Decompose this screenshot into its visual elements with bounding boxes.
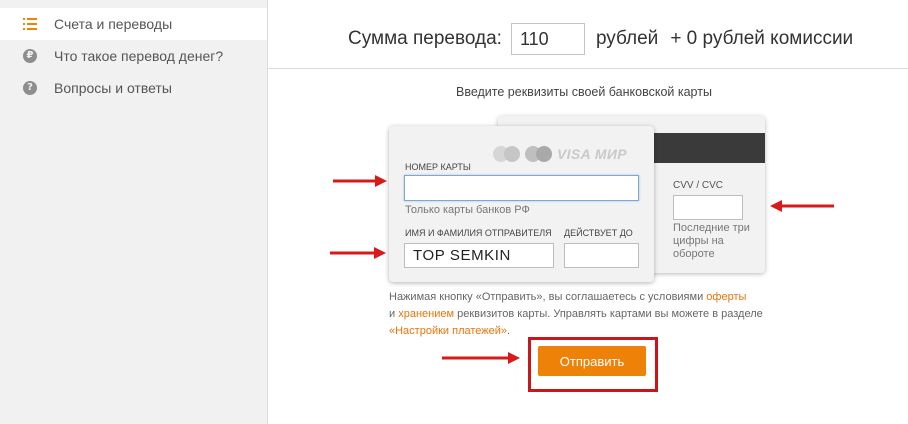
- amount-label: Сумма перевода:: [348, 28, 502, 49]
- cvv-label: CVV / CVC: [673, 180, 724, 191]
- visa-logo: VISA: [557, 146, 591, 162]
- amount-currency: рублей: [595, 28, 659, 49]
- annotation-arrow-right-icon: [442, 351, 520, 365]
- sender-name-input[interactable]: [404, 243, 554, 268]
- sender-name-label: ИМЯ И ФАМИЛИЯ ОТПРАВИТЕЛЯ: [405, 228, 552, 238]
- maestro-logo: [525, 146, 553, 162]
- agreement-text-part: и: [389, 308, 399, 320]
- expiry-label: ДЕЙСТВУЕТ ДО: [564, 228, 633, 238]
- sidebar-item-what-is-transfer[interactable]: ₽ Что такое перевод денег?: [0, 40, 267, 72]
- offer-link[interactable]: оферты: [706, 291, 746, 303]
- sidebar-item-faq[interactable]: ? Вопросы и ответы: [0, 72, 267, 104]
- sidebar-item-label: Что такое перевод денег?: [54, 48, 224, 64]
- agreement-text-part: Нажимая кнопку «Отправить», вы соглашает…: [389, 291, 707, 303]
- annotation-arrow-right-icon: [333, 174, 387, 188]
- commission-text: + 0 рублей комиссии: [670, 28, 854, 49]
- divider: [268, 68, 908, 69]
- agreement-text-part: реквизитов карты. Управлять картами вы м…: [454, 308, 763, 320]
- agreement-text-part: .: [507, 325, 511, 337]
- amount-row: Сумма перевода: рублей + 0 рублей комисс…: [348, 22, 853, 56]
- card-number-hint: Только карты банков РФ: [405, 204, 530, 216]
- annotation-arrow-left-icon: [770, 199, 834, 213]
- card-front: VISA МИР НОМЕР КАРТЫ Только карты банков…: [389, 126, 654, 282]
- cvv-hint: Последние три цифры на обороте: [673, 222, 750, 260]
- ruble-icon: ₽: [22, 48, 38, 64]
- payment-settings-link[interactable]: «Настройки платежей»: [389, 325, 507, 337]
- submit-button[interactable]: Отправить: [538, 346, 646, 376]
- storage-link[interactable]: хранением: [398, 308, 454, 320]
- sidebar: Счета и переводы ₽ Что такое перевод ден…: [0, 0, 268, 424]
- amount-input[interactable]: [510, 23, 585, 55]
- question-icon: ?: [22, 80, 38, 96]
- list-icon: [22, 16, 38, 32]
- expiry-input[interactable]: [564, 243, 639, 268]
- cvv-input[interactable]: [673, 195, 743, 220]
- sidebar-item-label: Вопросы и ответы: [54, 80, 172, 96]
- annotation-arrow-right-icon: [330, 246, 386, 260]
- mastercard-logo: [493, 146, 521, 162]
- card-instructions: Введите реквизиты своей банковской карты: [456, 85, 712, 99]
- sidebar-item-label: Счета и переводы: [54, 16, 173, 32]
- mir-logo: МИР: [594, 146, 627, 162]
- card-number-input[interactable]: [404, 175, 639, 201]
- card-number-label: НОМЕР КАРТЫ: [405, 162, 471, 172]
- payment-logos: VISA МИР: [493, 145, 627, 163]
- sidebar-item-accounts-transfers[interactable]: Счета и переводы: [0, 8, 267, 40]
- agreement-text: Нажимая кнопку «Отправить», вы соглашает…: [389, 289, 763, 340]
